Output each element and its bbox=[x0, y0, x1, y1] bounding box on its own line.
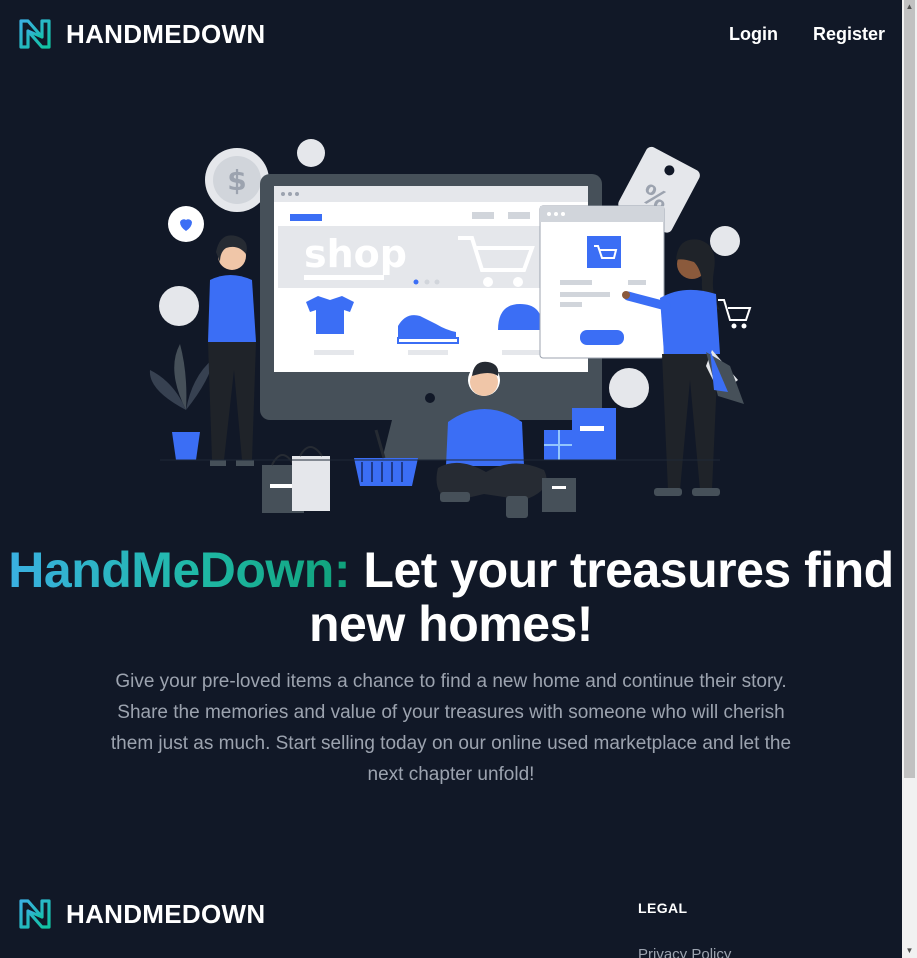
login-link[interactable]: Login bbox=[729, 24, 778, 45]
headline-tagline: Let your treasures find new homes! bbox=[309, 542, 894, 652]
vertical-scrollbar[interactable]: ▲ ▼ bbox=[902, 0, 917, 958]
brand-name: HANDMEDOWN bbox=[66, 18, 266, 49]
handmedown-logo-icon bbox=[19, 19, 51, 49]
privacy-policy-link[interactable]: Privacy Policy bbox=[638, 946, 731, 958]
online-shopping-illustration: $ % shop bbox=[149, 139, 752, 518]
footer-logo-icon bbox=[19, 899, 51, 929]
hero-description: Give your pre-loved items a chance to fi… bbox=[110, 671, 792, 785]
scroll-up-arrow-icon[interactable]: ▲ bbox=[902, 0, 917, 14]
headline-brand: HandMeDown: bbox=[8, 542, 350, 598]
footer-brand-name: HANDMEDOWN bbox=[66, 898, 266, 929]
screen-shop-text: shop bbox=[304, 232, 407, 276]
brand-home-link[interactable]: HANDMEDOWN bbox=[18, 17, 265, 51]
top-nav: Login Register bbox=[729, 24, 885, 45]
footer-legal-heading: LEGAL bbox=[638, 900, 688, 916]
hero-headline: HandMeDown: Let your treasures find new … bbox=[0, 543, 902, 651]
footer-brand-link[interactable]: HANDMEDOWN bbox=[18, 897, 265, 931]
svg-text:$: $ bbox=[227, 164, 246, 197]
header: HANDMEDOWN Login Register bbox=[0, 0, 902, 72]
scrollbar-thumb[interactable] bbox=[904, 0, 915, 778]
register-link[interactable]: Register bbox=[813, 24, 885, 45]
scroll-down-arrow-icon[interactable]: ▼ bbox=[902, 944, 917, 958]
landing-page: HANDMEDOWN Login Register $ % shop HandM… bbox=[0, 0, 902, 958]
